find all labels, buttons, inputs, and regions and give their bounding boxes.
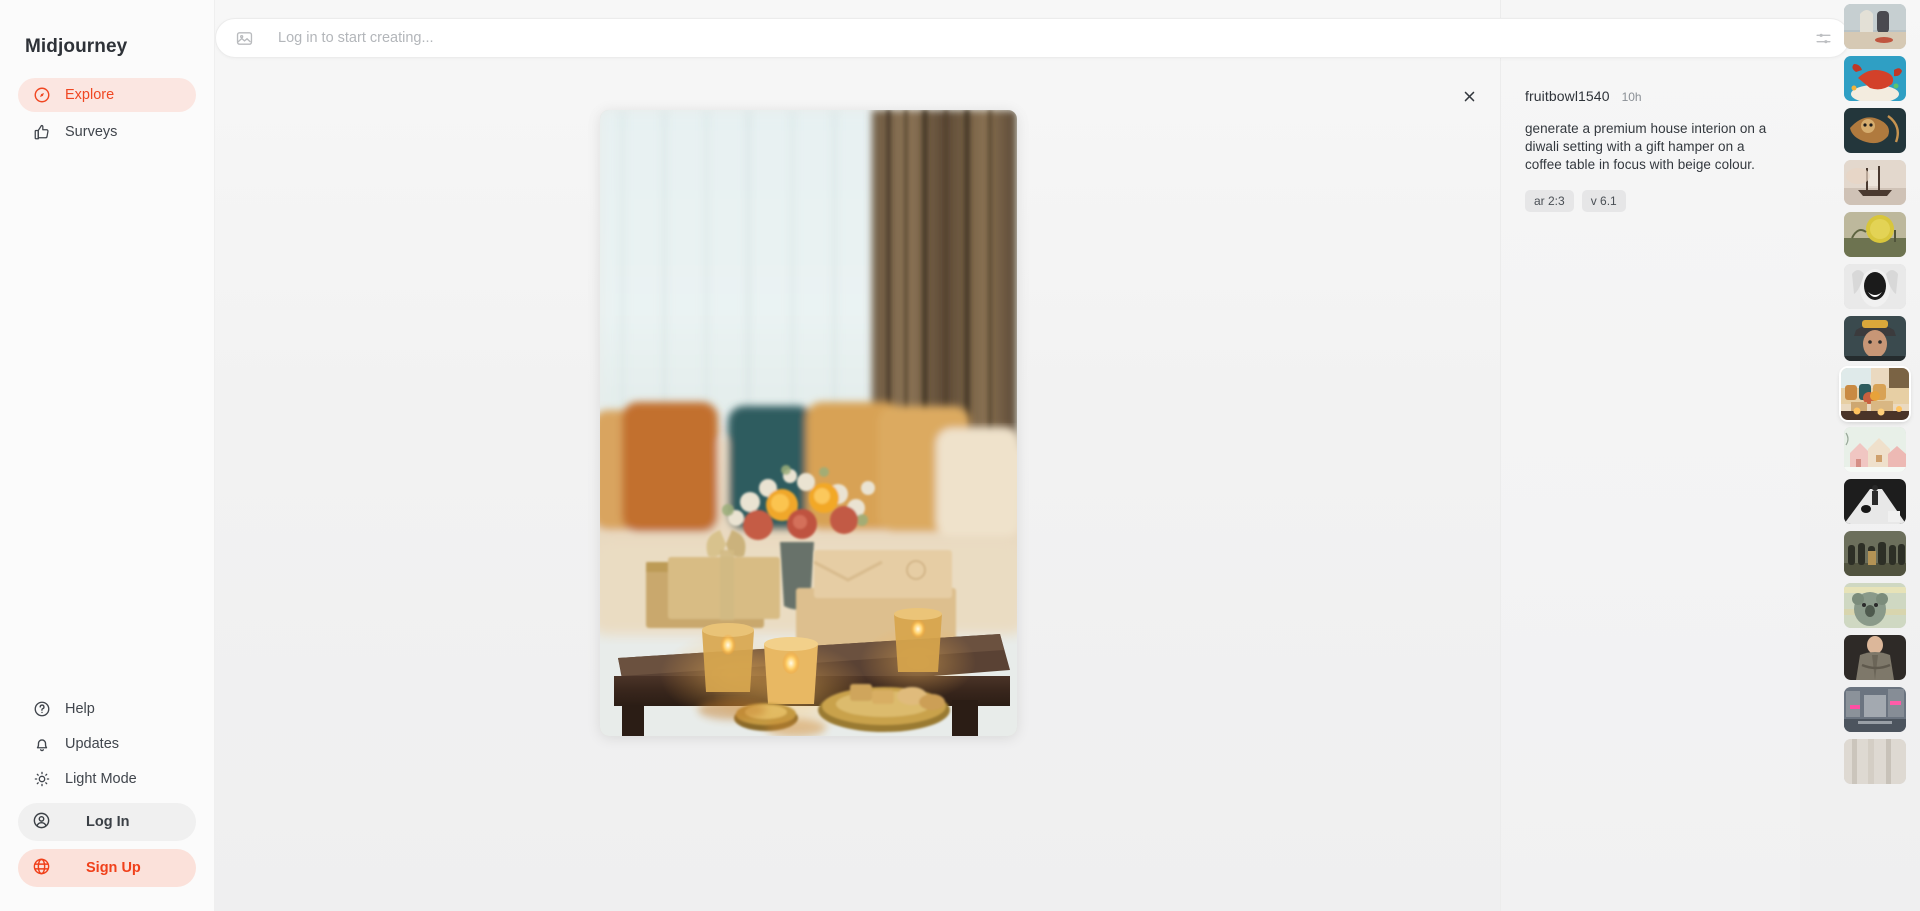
thumbnail-owl-flight[interactable] — [1844, 108, 1906, 153]
prompt-input[interactable] — [254, 30, 1811, 46]
tag-aspect-ratio[interactable]: ar 2:3 — [1525, 190, 1574, 212]
image-info-panel: fruitbowl1540 10h generate a premium hou… — [1500, 0, 1800, 911]
main-content: fruitbowl1540 10h generate a premium hou… — [215, 0, 1920, 911]
bell-icon — [32, 734, 51, 753]
thumbnail-lobster-splash[interactable] — [1844, 56, 1906, 101]
sign-up-label: Sign Up — [86, 860, 141, 876]
sidebar-item-light-mode[interactable]: Light Mode — [18, 762, 196, 795]
timestamp: 10h — [1621, 90, 1642, 104]
prompt-bar[interactable] — [215, 18, 1850, 58]
sidebar-item-label: Help — [65, 700, 95, 717]
author-name[interactable]: fruitbowl1540 — [1525, 88, 1610, 104]
image-viewer-overlay: fruitbowl1540 10h generate a premium hou… — [215, 0, 1920, 911]
image-icon[interactable] — [234, 28, 254, 48]
sidebar: Midjourney Explore Surveys Help Updates … — [0, 0, 215, 911]
sidebar-item-label: Surveys — [65, 124, 118, 140]
thumbnail-rail[interactable] — [1830, 0, 1920, 911]
hero-image[interactable] — [600, 110, 1017, 736]
sidebar-item-updates[interactable]: Updates — [18, 727, 196, 760]
close-icon[interactable] — [1451, 78, 1487, 114]
thumbnail-firefighter-portrait[interactable] — [1844, 316, 1906, 361]
thumbnail-desert-figures[interactable] — [1844, 4, 1906, 49]
thumbs-up-icon — [32, 123, 51, 142]
log-in-button[interactable]: Log In — [18, 803, 196, 841]
user-circle-icon — [32, 811, 51, 834]
info-header: fruitbowl1540 10h — [1525, 88, 1774, 104]
thumbnail-crowd-figures-field[interactable] — [1844, 531, 1906, 576]
app-root: Midjourney Explore Surveys Help Updates … — [0, 0, 1920, 911]
thumbnail-neon-city-street[interactable] — [1844, 687, 1906, 732]
thumbnail-diwali-living-room[interactable] — [1841, 368, 1909, 420]
thumbnail-bw-girl-dog-path[interactable] — [1844, 479, 1906, 524]
thumbnail-koala-supermarket[interactable] — [1844, 583, 1906, 628]
tag-version[interactable]: v 6.1 — [1581, 190, 1626, 212]
sidebar-item-help[interactable]: Help — [18, 692, 196, 725]
sign-up-button[interactable]: Sign Up — [18, 849, 196, 887]
sidebar-primary-nav: Explore Surveys — [18, 78, 196, 149]
thumbnail-sailing-ship[interactable] — [1844, 160, 1906, 205]
parameter-tags: ar 2:3 v 6.1 — [1525, 190, 1774, 212]
sun-icon — [32, 769, 51, 788]
thumbnail-yellow-sphere-tree[interactable] — [1844, 212, 1906, 257]
thumbnail-pale-texture[interactable] — [1844, 739, 1906, 784]
prompt-description: generate a premium house interion on a d… — [1525, 121, 1767, 172]
thumbnail-bw-portrait-ink[interactable] — [1844, 264, 1906, 309]
thumbnail-snow-village-houses[interactable] — [1844, 427, 1906, 472]
question-circle-icon — [32, 699, 51, 718]
thumbnail-fashion-model-coat[interactable] — [1844, 635, 1906, 680]
brand-title: Midjourney — [25, 36, 128, 57]
sidebar-item-surveys[interactable]: Surveys — [18, 115, 196, 149]
globe-icon — [32, 857, 51, 880]
log-in-label: Log In — [86, 814, 130, 830]
sidebar-secondary-nav: Help Updates Light Mode Log In Sign Up — [18, 692, 196, 911]
compass-icon — [32, 86, 51, 105]
sidebar-item-explore[interactable]: Explore — [18, 78, 196, 112]
sidebar-item-label: Updates — [65, 735, 120, 752]
sidebar-item-label: Light Mode — [65, 770, 137, 787]
sidebar-item-label: Explore — [65, 87, 115, 103]
